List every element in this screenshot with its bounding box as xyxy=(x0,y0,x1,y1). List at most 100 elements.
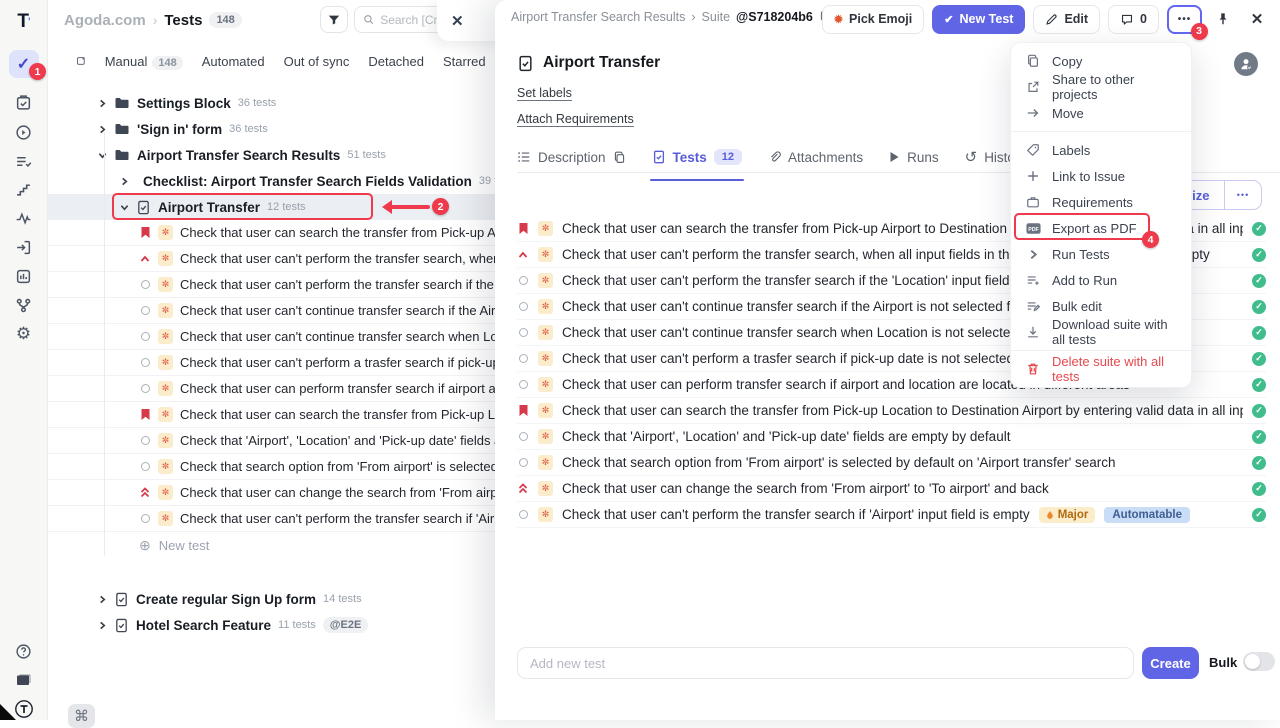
tests-doc-icon xyxy=(652,150,666,164)
tree-test-row[interactable]: ✼Check that user can't continue transfer… xyxy=(48,298,518,324)
bulk-toggle[interactable] xyxy=(1243,652,1275,671)
tab-runs[interactable]: Runs xyxy=(889,146,939,168)
runs-icon[interactable] xyxy=(9,118,39,146)
reports-icon[interactable] xyxy=(9,262,39,290)
close-panel-button[interactable]: ✕ xyxy=(1244,10,1270,28)
menu-item-bulk-edit[interactable]: Bulk edit xyxy=(1011,293,1191,319)
menu-item-share[interactable]: Share to other projects xyxy=(1011,74,1191,100)
menu-item-delete-suite[interactable]: Delete suite with all tests xyxy=(1011,356,1191,382)
tutorials-icon[interactable] xyxy=(9,666,39,694)
chevron-right-icon[interactable] xyxy=(98,99,107,108)
tab-automated[interactable]: Automated xyxy=(202,54,265,69)
annotation-arrow xyxy=(384,205,430,209)
history-clock-icon: ↺ xyxy=(965,148,978,166)
menu-item-export-pdf[interactable]: PDF Export as PDF 4 xyxy=(1011,215,1191,241)
breadcrumb-project[interactable]: Agoda.com xyxy=(64,12,146,29)
menu-item-requirements[interactable]: Requirements xyxy=(1011,189,1191,215)
suite-count: 11 tests xyxy=(278,619,316,631)
new-test-button[interactable]: ✔New Test xyxy=(932,5,1025,34)
test-title: Check that user can't perform the transf… xyxy=(562,507,1030,522)
chevron-right-icon[interactable] xyxy=(120,177,129,186)
tree-folder-sign-in-form[interactable]: 'Sign in' form 36 tests xyxy=(48,116,518,142)
suite-count: 14 tests xyxy=(323,593,362,605)
create-button[interactable]: Create xyxy=(1142,647,1199,679)
tree-folder-checklist-validation[interactable]: Checklist: Airport Transfer Search Field… xyxy=(48,168,518,194)
tree-test-row[interactable]: ✼Check that user can change the search f… xyxy=(48,480,518,506)
tree-test-row[interactable]: ✼Check that user can't perform the trans… xyxy=(48,272,518,298)
tree-test-row[interactable]: ✼Check that user can't perform the trans… xyxy=(48,506,518,532)
tab-out-of-sync[interactable]: Out of sync xyxy=(284,54,350,69)
suite-doc-icon xyxy=(114,618,129,633)
checklists-icon[interactable] xyxy=(9,147,39,175)
steps-icon[interactable] xyxy=(9,175,39,203)
paperclip-icon xyxy=(768,150,781,164)
branches-icon[interactable] xyxy=(9,291,39,319)
select-tests-icon[interactable] xyxy=(76,53,86,69)
tab-manual[interactable]: Manual148 xyxy=(105,54,183,69)
tab-tests[interactable]: Tests 12 xyxy=(652,146,743,168)
tree-test-row[interactable]: ✼Check that search option from 'From air… xyxy=(48,454,518,480)
tree-test-row[interactable]: ✼Check that user can't continue transfer… xyxy=(48,324,518,350)
test-row[interactable]: ✼Check that 'Airport', 'Location' and 'P… xyxy=(517,424,1266,450)
priority-normal-icon xyxy=(139,384,151,393)
chevron-right-icon[interactable] xyxy=(98,621,107,630)
add-new-test-input[interactable] xyxy=(517,647,1134,679)
list-edit-icon xyxy=(1025,299,1041,313)
tree-folder-settings-block[interactable]: Settings Block 36 tests xyxy=(48,90,518,116)
breadcrumb-parent[interactable]: Airport Transfer Search Results xyxy=(511,10,685,24)
tree-test-row[interactable]: ✼Check that user can't perform a trasfer… xyxy=(48,350,518,376)
copy-icon[interactable] xyxy=(613,151,626,164)
import-icon[interactable] xyxy=(9,233,39,261)
edit-button[interactable]: Edit xyxy=(1033,5,1100,34)
test-row[interactable]: ✼Check that user can't perform the trans… xyxy=(517,502,1266,528)
share-icon xyxy=(1025,80,1041,94)
filter-button[interactable] xyxy=(320,6,348,33)
tree-test-row[interactable]: ✼Check that 'Airport', 'Location' and 'P… xyxy=(48,428,518,454)
tree-suite-create-sign-up-form[interactable]: Create regular Sign Up form 14 tests xyxy=(48,586,518,612)
test-row[interactable]: ✼Check that user can change the search f… xyxy=(517,476,1266,502)
chevron-right-icon[interactable] xyxy=(98,595,107,604)
description-list-icon xyxy=(517,150,531,164)
breadcrumb-section[interactable]: Tests xyxy=(164,12,202,29)
menu-item-copy[interactable]: Copy xyxy=(1011,48,1191,74)
menu-item-move[interactable]: Move xyxy=(1011,100,1191,126)
chevron-down-icon[interactable] xyxy=(98,151,107,160)
pick-emoji-button[interactable]: ✹Pick Emoji xyxy=(822,5,924,34)
tree-test-row[interactable]: ✼Check that user can't perform the trans… xyxy=(48,246,518,272)
menu-item-labels[interactable]: Labels xyxy=(1011,137,1191,163)
pulse-icon[interactable] xyxy=(9,204,39,232)
close-icon[interactable]: ✕ xyxy=(451,12,464,30)
test-emoji-icon: ✼ xyxy=(538,429,553,444)
tab-description[interactable]: Description xyxy=(517,146,626,168)
chevron-right-icon[interactable] xyxy=(98,125,107,134)
tree-folder-airport-transfer-search-results[interactable]: Airport Transfer Search Results 51 tests xyxy=(48,142,518,168)
passed-status-icon: ✓ xyxy=(1252,378,1266,392)
tab-attachments[interactable]: Attachments xyxy=(768,146,863,168)
attach-requirements-link[interactable]: Attach Requirements xyxy=(517,112,634,126)
settings-gear-icon[interactable]: ⚙ xyxy=(9,320,39,348)
menu-item-run-tests[interactable]: Run Tests xyxy=(1011,241,1191,267)
tab-detached[interactable]: Detached xyxy=(368,54,424,69)
passed-status-icon: ✓ xyxy=(1252,274,1266,288)
tree-test-row[interactable]: ✼Check that user can search the transfer… xyxy=(48,402,518,428)
tree-suite-hotel-search-feature[interactable]: Hotel Search Feature 11 tests @E2E xyxy=(48,612,518,638)
tree-test-row[interactable]: ✼Check that user can perform transfer se… xyxy=(48,376,518,402)
menu-item-download-suite[interactable]: Download suite with all tests xyxy=(1011,319,1191,345)
tree-test-row[interactable]: ✼Check that user can search the transfer… xyxy=(48,220,518,246)
test-title: Check that search option from 'From airp… xyxy=(562,455,1243,470)
comments-button[interactable]: 0 xyxy=(1108,5,1159,34)
tab-starred[interactable]: Starred xyxy=(443,54,486,69)
test-plans-icon[interactable] xyxy=(9,88,39,116)
new-test-button[interactable]: ⊕New test xyxy=(48,532,518,558)
pin-button[interactable] xyxy=(1210,12,1236,26)
test-row[interactable]: ✼Check that search option from 'From air… xyxy=(517,450,1266,476)
help-icon[interactable] xyxy=(9,637,39,665)
app-logo[interactable]: T' xyxy=(9,8,39,36)
menu-item-link-to-issue[interactable]: Link to Issue xyxy=(1011,163,1191,189)
test-row[interactable]: ✼Check that user can search the transfer… xyxy=(517,398,1266,424)
menu-item-add-to-run[interactable]: Add to Run xyxy=(1011,267,1191,293)
set-labels-link[interactable]: Set labels xyxy=(517,86,572,100)
summarize-more-button[interactable]: ••• xyxy=(1225,190,1261,200)
avatar[interactable] xyxy=(1234,52,1258,76)
more-actions-button[interactable]: ••• 3 xyxy=(1167,5,1202,34)
